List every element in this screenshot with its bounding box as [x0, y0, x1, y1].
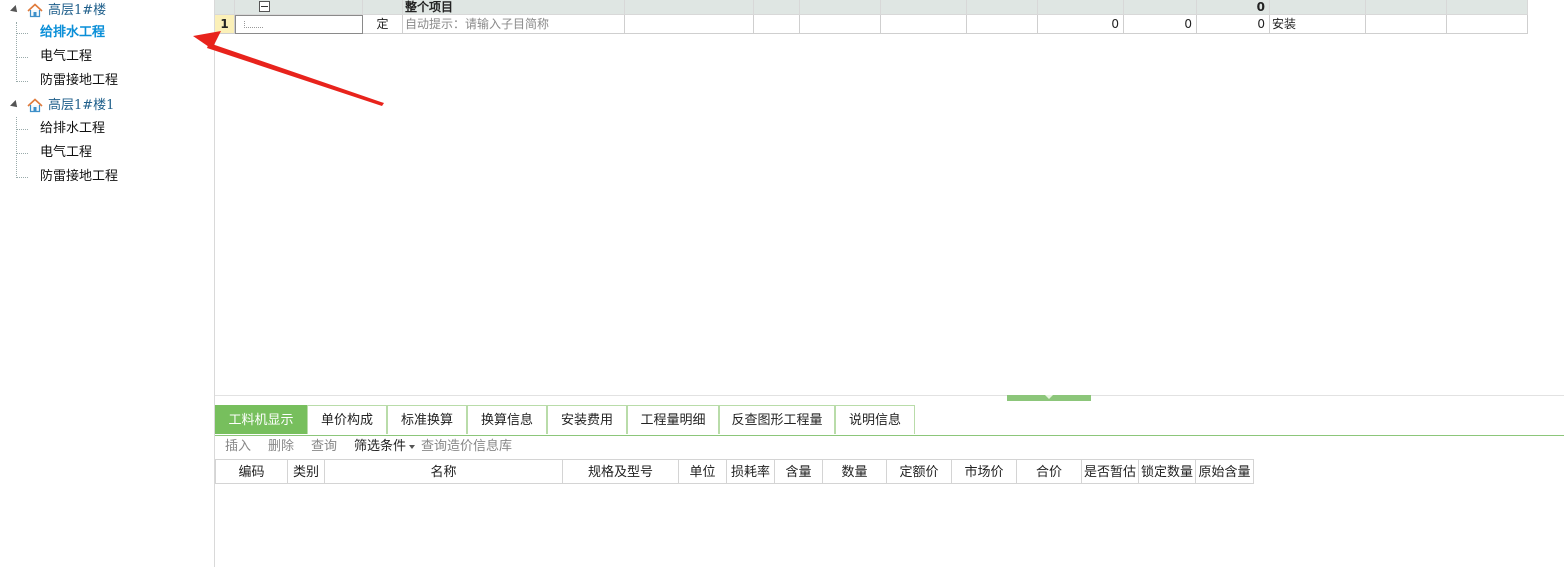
row-number-cell [215, 0, 235, 15]
panel-splitter[interactable] [215, 395, 1564, 396]
project-name-cell[interactable]: 整个项目 [403, 0, 625, 15]
red-arrow-annotation [193, 31, 384, 106]
grid-cell [1124, 0, 1197, 15]
collapse-cell [235, 0, 363, 15]
tree-group-label: 高层1#楼1 [48, 98, 115, 113]
tab-description[interactable]: 说明信息 [835, 405, 915, 434]
detail-tabs: 工料机显示 单价构成 标准换算 换算信息 安装费用 工程量明细 反查图形工程量 … [215, 405, 1564, 436]
tab-quantity-detail[interactable]: 工程量明细 [627, 405, 719, 434]
delete-button[interactable]: 删除 [268, 436, 294, 458]
tree-item-label: 防雷接地工程 [40, 169, 119, 184]
total-cell: 0 [1197, 0, 1270, 15]
column-header[interactable]: 合价 [1017, 459, 1082, 484]
tree-item-plumbing-1[interactable]: 给排水工程 [0, 22, 214, 44]
grid-cell[interactable] [881, 15, 967, 34]
grid-cell [1366, 0, 1447, 15]
column-header[interactable]: 损耗率 [727, 459, 775, 484]
grid-row-1[interactable]: 1 定 自动提示：请输入子目简称 0 0 0 安装 [215, 15, 1528, 34]
column-header[interactable]: 原始含量 [1196, 459, 1254, 484]
chevron-down-icon [409, 444, 416, 449]
expand-toggle-icon[interactable] [10, 5, 20, 15]
grid-cell[interactable] [1366, 15, 1447, 34]
value-cell[interactable]: 0 [1197, 15, 1270, 34]
grid-cell [967, 0, 1038, 15]
tab-standard-conversion[interactable]: 标准换算 [387, 405, 467, 434]
grid-cell[interactable] [1447, 15, 1528, 34]
insert-button[interactable]: 插入 [225, 436, 251, 458]
tree-item-electrical-1[interactable]: 电气工程 [0, 46, 214, 68]
column-header[interactable]: 名称 [325, 459, 563, 484]
grid-cell [1270, 0, 1366, 15]
filter-dropdown[interactable]: 筛选条件 [354, 436, 416, 458]
query-price-library-button[interactable]: 查询造价信息库 [421, 436, 512, 458]
material-toolbar: 插入 删除 查询 筛选条件 查询造价信息库 [215, 436, 915, 458]
tree-item-label: 电气工程 [40, 145, 93, 160]
grid-cell [881, 0, 967, 15]
grid-cell [800, 0, 881, 15]
filter-label: 筛选条件 [354, 439, 407, 454]
value-cell[interactable]: 0 [1038, 15, 1124, 34]
column-header[interactable]: 锁定数量 [1139, 459, 1196, 484]
project-tree: 高层1#楼 给排水工程 电气工程 防雷接地工程 高层1#楼1 给排水工程 电气工… [0, 0, 215, 567]
expand-toggle-icon[interactable] [10, 100, 20, 110]
tree-item-label: 给排水工程 [40, 25, 106, 40]
category-cell[interactable]: 安装 [1270, 15, 1366, 34]
grid-cell[interactable] [754, 15, 800, 34]
tree-group-2[interactable]: 高层1#楼1 [0, 95, 214, 117]
tab-reverse-lookup[interactable]: 反查图形工程量 [719, 405, 835, 434]
column-header[interactable]: 类别 [288, 459, 325, 484]
column-header[interactable]: 含量 [775, 459, 823, 484]
tree-item-label: 给排水工程 [40, 121, 106, 136]
grid-cell [625, 0, 754, 15]
tree-item-electrical-2[interactable]: 电气工程 [0, 142, 214, 164]
value-cell[interactable]: 0 [1124, 15, 1197, 34]
column-header[interactable]: 单位 [679, 459, 727, 484]
grid-cell [1447, 0, 1528, 15]
column-header[interactable]: 是否暂估 [1082, 459, 1139, 484]
query-button[interactable]: 查询 [311, 436, 337, 458]
tab-material-display[interactable]: 工料机显示 [215, 405, 307, 434]
tree-item-lightning-2[interactable]: 防雷接地工程 [0, 166, 214, 188]
type-cell [363, 0, 403, 15]
tree-item-label: 防雷接地工程 [40, 73, 119, 88]
grid-cell [1038, 0, 1124, 15]
grid-cell[interactable] [967, 15, 1038, 34]
column-header[interactable]: 市场价 [952, 459, 1017, 484]
tab-unit-price[interactable]: 单价构成 [307, 405, 387, 434]
column-header[interactable]: 规格及型号 [563, 459, 679, 484]
tree-item-plumbing-2[interactable]: 给排水工程 [0, 118, 214, 140]
splitter-grip-handle[interactable] [1007, 395, 1091, 401]
house-icon [27, 3, 43, 18]
material-table-header: 编码 类别 名称 规格及型号 单位 损耗率 含量 数量 定额价 市场价 合价 是… [215, 459, 1254, 484]
house-icon [27, 98, 43, 113]
tree-group-label: 高层1#楼 [48, 3, 107, 18]
tab-conversion-info[interactable]: 换算信息 [467, 405, 547, 434]
tree-group-1[interactable]: 高层1#楼 [0, 0, 214, 22]
collapse-icon[interactable] [259, 1, 270, 12]
budget-grid: 整个项目 0 1 定 自动提示：请输入子目简称 0 0 0 安装 [215, 0, 1528, 34]
column-header[interactable]: 定额价 [887, 459, 952, 484]
grid-cell[interactable] [800, 15, 881, 34]
name-input[interactable]: 自动提示：请输入子目简称 [403, 15, 625, 34]
grid-summary-row[interactable]: 整个项目 0 [215, 0, 1528, 16]
tab-install-cost[interactable]: 安装费用 [547, 405, 627, 434]
column-header[interactable]: 数量 [823, 459, 887, 484]
tree-item-lightning-1[interactable]: 防雷接地工程 [0, 70, 214, 92]
grid-cell [754, 0, 800, 15]
column-header[interactable]: 编码 [215, 459, 288, 484]
grid-cell[interactable] [625, 15, 754, 34]
tree-item-label: 电气工程 [40, 49, 93, 64]
